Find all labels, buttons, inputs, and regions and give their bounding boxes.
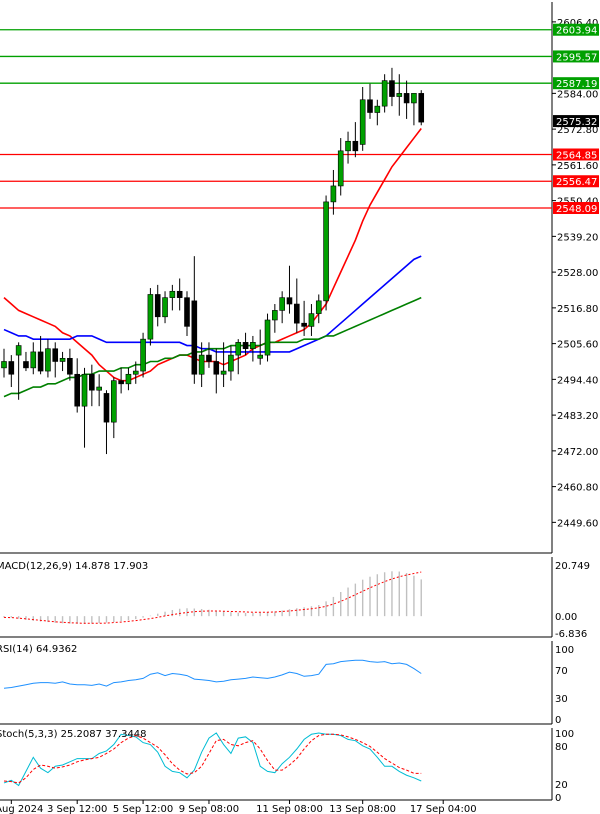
candle-body: [359, 99, 366, 145]
candle-body: [374, 105, 381, 113]
level-price-label: 2564.85: [556, 150, 597, 161]
candle-body: [286, 297, 293, 305]
candle-body: [315, 300, 322, 314]
level-price-label: 2548.09: [556, 204, 597, 215]
candle-body: [228, 354, 234, 372]
candle-body: [140, 338, 146, 372]
rsi-y-tick-label: 0: [555, 715, 561, 726]
candle-body: [132, 370, 139, 375]
stoch-y-tick-label: 100: [555, 729, 574, 740]
candle-body: [8, 361, 15, 375]
level-price-label: 2587.19: [556, 79, 597, 90]
candle-body: [345, 140, 351, 152]
candle-body: [206, 354, 212, 362]
candle-body: [74, 373, 80, 407]
macd-y-tick-label: 20.749: [555, 561, 590, 572]
candle-body: [169, 290, 176, 298]
x-tick-label: 17 Sep 04:00: [410, 804, 477, 814]
candle-body: [118, 380, 124, 385]
y-tick-label: 2472.00: [557, 447, 598, 458]
candle-body: [1, 361, 7, 369]
candle-body: [154, 294, 161, 318]
x-tick-label: 3 Sep 12:00: [47, 804, 107, 814]
level-price-label: 2595.57: [556, 52, 597, 63]
candle-body: [103, 393, 110, 423]
candle-body: [184, 297, 190, 327]
rsi-y-tick-label: 70: [555, 666, 568, 677]
candle-body: [89, 373, 95, 391]
candle-body: [15, 345, 22, 356]
y-tick-label: 2561.60: [557, 161, 598, 172]
candle-body: [111, 380, 117, 423]
candle-body: [418, 93, 425, 123]
candle-body: [257, 354, 264, 359]
candle-body: [272, 310, 278, 321]
candle-body: [250, 342, 256, 350]
candle-body: [52, 348, 59, 362]
candle-body: [308, 313, 315, 327]
candle-body: [279, 297, 285, 311]
candle-body: [323, 201, 329, 302]
candle-body: [411, 93, 417, 104]
candle-body: [23, 361, 29, 369]
chart-background: [0, 0, 600, 814]
candle-body: [125, 373, 132, 385]
candle-body: [264, 319, 271, 356]
candle-body: [45, 348, 51, 372]
candle-body: [37, 351, 44, 372]
candle-body: [389, 80, 395, 97]
candle-body: [30, 351, 37, 369]
candle-body: [403, 93, 410, 104]
y-tick-label: 2539.20: [557, 232, 598, 243]
x-tick-label: 11 Sep 08:00: [256, 804, 323, 814]
candle-body: [213, 361, 220, 375]
candle-body: [59, 357, 66, 362]
x-tick-label: 30 Aug 2024: [0, 804, 43, 814]
y-tick-label: 2528.00: [557, 268, 598, 279]
rsi-y-tick-label: 100: [555, 645, 574, 656]
candle-body: [81, 373, 88, 407]
macd-y-tick-label: 0.00: [555, 612, 577, 623]
candle-body: [235, 342, 242, 356]
macd-label: MACD(12,26,9) 14.878 17.903: [0, 561, 148, 572]
y-tick-label: 2449.60: [557, 518, 598, 529]
candle-body: [396, 93, 403, 97]
candle-body: [381, 80, 388, 107]
candle-body: [67, 357, 73, 375]
candle-body: [162, 297, 168, 318]
x-tick-label: 5 Sep 12:00: [113, 804, 173, 814]
y-tick-label: 2516.80: [557, 304, 598, 315]
level-price-label: 2603.94: [556, 26, 597, 37]
candle-body: [330, 185, 337, 203]
y-tick-label: 2494.40: [557, 375, 598, 386]
candle-body: [242, 342, 249, 350]
candle-body: [176, 290, 183, 298]
level-price-label: 2556.47: [556, 177, 597, 188]
rsi-label: RSI(14) 64.9362: [0, 644, 77, 655]
candle-body: [301, 322, 307, 327]
stoch-y-tick-label: 0: [555, 793, 561, 804]
candle-body: [367, 99, 373, 113]
y-tick-label: 2483.20: [557, 411, 598, 422]
current-price-label: 2575.32: [556, 117, 597, 128]
candle-body: [96, 386, 102, 391]
candle-body: [198, 354, 205, 375]
candle-body: [352, 140, 359, 152]
candle-body: [147, 294, 154, 340]
y-tick-label: 2584.00: [557, 89, 598, 100]
stoch-y-tick-label: 80: [555, 742, 568, 753]
y-tick-label: 2460.80: [557, 483, 598, 494]
macd-y-tick-label: -6.836: [555, 629, 587, 640]
trading-chart[interactable]: 2606.402584.002572.802561.602550.402539.…: [0, 0, 600, 814]
stoch-y-tick-label: 20: [555, 780, 568, 791]
x-tick-label: 13 Sep 08:00: [329, 804, 396, 814]
stoch-label: Stoch(5,3,3) 25.2087 37.3448: [0, 729, 147, 740]
candle-body: [337, 150, 344, 187]
y-tick-label: 2505.60: [557, 340, 598, 351]
rsi-y-tick-label: 30: [555, 694, 568, 705]
candle-body: [220, 370, 227, 375]
x-tick-label: 9 Sep 08:00: [179, 804, 239, 814]
candle-body: [293, 303, 300, 324]
candle-body: [191, 300, 198, 375]
